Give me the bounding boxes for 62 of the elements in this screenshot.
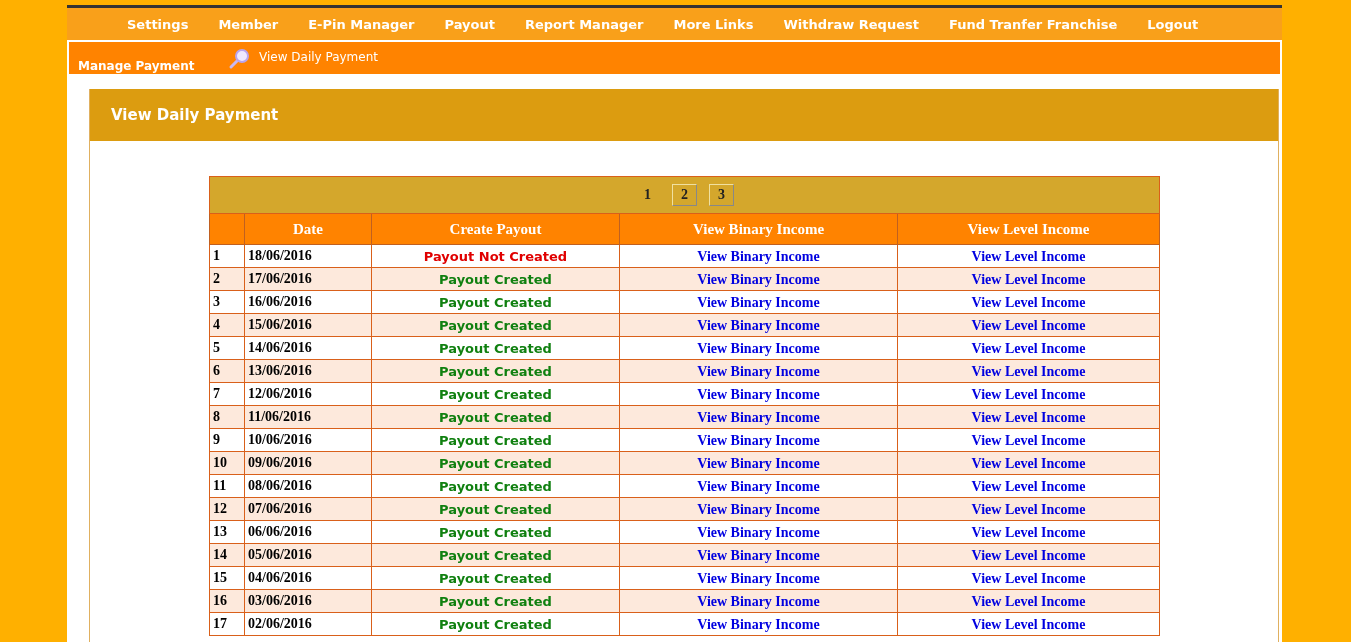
- table-cell: 13/06/2016: [244, 359, 372, 383]
- table-cell: 1: [209, 244, 245, 268]
- table-cell: 10/06/2016: [244, 428, 372, 452]
- table-cell: 11: [209, 474, 245, 498]
- table-cell: 17: [209, 612, 245, 636]
- table-cell: 10: [209, 451, 245, 475]
- table-cell: 6: [209, 359, 245, 383]
- header-cell: View Binary Income: [619, 213, 898, 245]
- table-cell: 02/06/2016: [244, 612, 372, 636]
- page-link[interactable]: 2: [672, 184, 697, 206]
- header-cell: [209, 213, 245, 245]
- payout-status: Payout Created: [439, 479, 552, 494]
- table-cell: 09/06/2016: [244, 451, 372, 475]
- table-cell: 13: [209, 520, 245, 544]
- payout-status: Payout Created: [439, 272, 552, 287]
- payout-status: Payout Created: [439, 410, 552, 425]
- table-cell: 7: [209, 382, 245, 406]
- table-cell: 03/06/2016: [244, 589, 372, 613]
- table-cell: 12/06/2016: [244, 382, 372, 406]
- table-cell: 15: [209, 566, 245, 590]
- section-title: Manage Payment: [78, 59, 195, 73]
- table-cell: 8: [209, 405, 245, 429]
- table-cell: 15/06/2016: [244, 313, 372, 337]
- payout-status: Payout Created: [439, 433, 552, 448]
- table-cell: 04/06/2016: [244, 566, 372, 590]
- table-cell: 4: [209, 313, 245, 337]
- table-cell: 9: [209, 428, 245, 452]
- payout-status: Payout Created: [439, 525, 552, 540]
- payout-status: Payout Created: [439, 295, 552, 310]
- payout-status: Payout Created: [439, 341, 552, 356]
- header-cell: View Level Income: [897, 213, 1160, 245]
- table-cell: 16: [209, 589, 245, 613]
- table-cell: 14: [209, 543, 245, 567]
- table-cell: 05/06/2016: [244, 543, 372, 567]
- payout-status: Payout Created: [439, 318, 552, 333]
- table-cell: 14/06/2016: [244, 336, 372, 360]
- page-link[interactable]: 3: [709, 184, 734, 206]
- table-cell: 06/06/2016: [244, 520, 372, 544]
- payout-status: Payout Created: [439, 387, 552, 402]
- payout-status: Payout Created: [439, 571, 552, 586]
- table-cell: 16/06/2016: [244, 290, 372, 314]
- payout-status: Payout Not Created: [423, 249, 568, 264]
- header-cell: Create Payout: [371, 213, 620, 245]
- table-cell: 07/06/2016: [244, 497, 372, 521]
- table-cell: 12: [209, 497, 245, 521]
- table-cell: 18/06/2016: [244, 244, 372, 268]
- payout-status: Payout Created: [439, 456, 552, 471]
- table-cell: 11/06/2016: [244, 405, 372, 429]
- table-cell: 17/06/2016: [244, 267, 372, 291]
- table-cell: 2: [209, 267, 245, 291]
- panel-title: View Daily Payment: [111, 106, 279, 124]
- table-cell: 08/06/2016: [244, 474, 372, 498]
- table-cell: 3: [209, 290, 245, 314]
- payout-status: Payout Created: [439, 364, 552, 379]
- payout-status: Payout Created: [439, 617, 552, 632]
- page-link[interactable]: 1: [635, 184, 660, 206]
- payout-status: Payout Created: [439, 548, 552, 563]
- table-cell: 5: [209, 336, 245, 360]
- magnifier-icon: [228, 48, 250, 70]
- payout-status: Payout Created: [439, 594, 552, 609]
- header-cell: Date: [244, 213, 372, 245]
- payout-status: Payout Created: [439, 502, 552, 517]
